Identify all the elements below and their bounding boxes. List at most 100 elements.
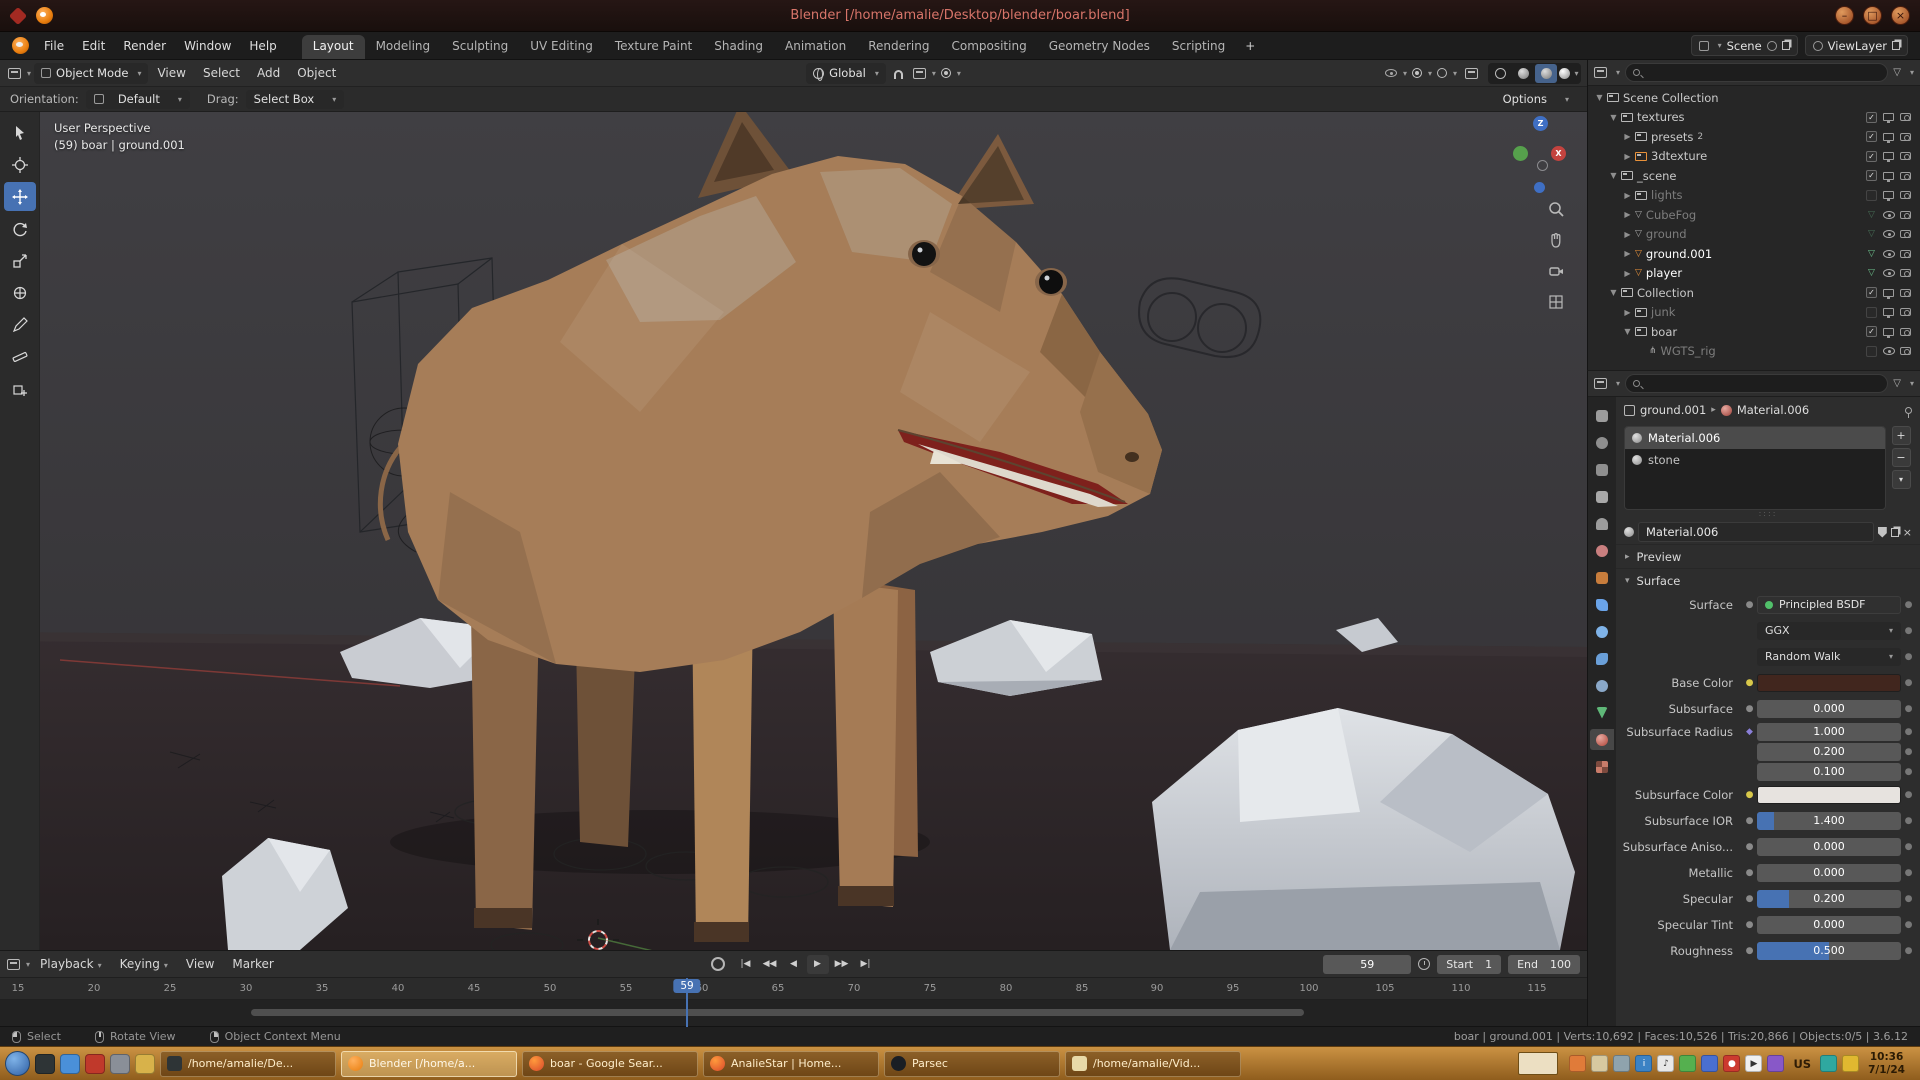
drag-dropdown[interactable]: Select Box▾	[246, 90, 345, 109]
subsurface-color-swatch[interactable]	[1757, 786, 1901, 804]
keyboard-layout-indicator[interactable]: US	[1793, 1057, 1811, 1071]
proportional-edit-toggle[interactable]: ▾	[939, 63, 963, 84]
tab-modifiers[interactable]	[1590, 594, 1614, 615]
unlink-icon[interactable]: ×	[1903, 526, 1912, 539]
render-visibility-icon[interactable]	[1900, 250, 1911, 258]
object-visibility-dropdown[interactable]: ▾	[1383, 63, 1409, 84]
properties-search-input[interactable]	[1625, 374, 1888, 393]
copy-material-icon[interactable]	[1891, 528, 1899, 537]
taskbar-window-files[interactable]: /home/amalie/Vid...	[1065, 1051, 1241, 1077]
measure-tool[interactable]	[4, 342, 36, 371]
cursor-tool[interactable]	[4, 150, 36, 179]
preview-section-header[interactable]: ▸Preview	[1616, 544, 1920, 568]
menu-keying[interactable]: Keying▾	[112, 957, 176, 971]
gizmo-camera-dot[interactable]	[1534, 182, 1545, 193]
new-viewlayer-icon[interactable]	[1892, 41, 1900, 50]
viewport-visibility-icon[interactable]	[1883, 133, 1894, 141]
hide-eye-icon[interactable]	[1883, 250, 1895, 258]
tray-icon[interactable]	[1679, 1055, 1696, 1072]
render-visibility-icon[interactable]	[1900, 191, 1911, 199]
render-visibility-icon[interactable]	[1900, 133, 1911, 141]
browser-launcher-icon[interactable]	[85, 1054, 105, 1074]
blender-logo-icon[interactable]	[12, 37, 29, 54]
tray-icon[interactable]	[1591, 1055, 1608, 1072]
timeline-ruler[interactable]: 15 20 25 30 35 40 45 50 55 60 65 70 75 8…	[0, 978, 1587, 1000]
menu-add[interactable]: Add	[249, 66, 288, 80]
roughness-slider[interactable]: 0.500	[1757, 942, 1901, 960]
next-keyframe-button[interactable]: ▶▶	[831, 955, 853, 974]
menu-playback[interactable]: Playback▾	[32, 957, 110, 971]
tab-scripting[interactable]: Scripting	[1161, 35, 1236, 59]
scale-tool[interactable]	[4, 246, 36, 275]
show-gizmo-dropdown[interactable]: ▾	[1410, 63, 1434, 84]
toggle-xray-button[interactable]	[1460, 63, 1483, 84]
ortho-grid-icon[interactable]	[1547, 293, 1565, 311]
subsurface-aniso-slider[interactable]: 0.000	[1757, 838, 1901, 856]
outliner-search-input[interactable]	[1625, 63, 1888, 82]
render-visibility-icon[interactable]	[1900, 230, 1911, 238]
options-dropdown[interactable]: Options▾	[1495, 90, 1577, 109]
move-tool[interactable]	[4, 182, 36, 211]
material-name-field[interactable]: Material.006	[1638, 522, 1874, 542]
hide-eye-icon[interactable]	[1883, 211, 1895, 219]
tab-modeling[interactable]: Modeling	[365, 35, 442, 59]
tab-physics[interactable]	[1590, 648, 1614, 669]
tray-icon[interactable]	[1613, 1055, 1630, 1072]
playhead-frame-chip[interactable]: 59	[673, 979, 700, 993]
tab-sculpting[interactable]: Sculpting	[441, 35, 519, 59]
editor-type-button[interactable]: ▾	[6, 63, 33, 84]
render-visibility-icon[interactable]	[1900, 113, 1911, 121]
resize-grip[interactable]: ::::	[1616, 510, 1920, 520]
rotate-tool[interactable]	[4, 214, 36, 243]
viewport-visibility-icon[interactable]	[1883, 113, 1894, 121]
files-launcher-icon[interactable]	[60, 1054, 80, 1074]
start-frame-field[interactable]: Start1	[1437, 955, 1501, 974]
camera-view-icon[interactable]	[1547, 262, 1565, 280]
viewlayer-selector[interactable]: ViewLayer	[1805, 35, 1908, 56]
tab-texture[interactable]	[1590, 756, 1614, 777]
info-tray-icon[interactable]: i	[1635, 1055, 1652, 1072]
minimize-button[interactable]: –	[1835, 6, 1854, 25]
tray-icon[interactable]	[1767, 1055, 1784, 1072]
exclude-checkbox[interactable]: ✓	[1866, 170, 1877, 181]
viewport-visibility-icon[interactable]	[1883, 289, 1894, 297]
exclude-checkbox[interactable]: ✓	[1866, 151, 1877, 162]
new-scene-icon[interactable]	[1782, 41, 1790, 50]
outliner-row-scene[interactable]: ▼_scene✓	[1588, 166, 1920, 186]
outliner-row-3dtexture[interactable]: ▶3dtexture✓	[1588, 147, 1920, 167]
navigation-gizmo[interactable]: Z X	[1509, 116, 1571, 178]
terminal-launcher-icon[interactable]	[35, 1054, 55, 1074]
gizmo-x-axis[interactable]: X	[1551, 146, 1566, 161]
transform-tool[interactable]	[4, 278, 36, 307]
tray-icon[interactable]	[1820, 1055, 1837, 1072]
annotate-tool[interactable]	[4, 310, 36, 339]
tray-icon[interactable]	[1842, 1055, 1859, 1072]
slot-specials-menu[interactable]: ▾	[1892, 470, 1911, 489]
tray-icon[interactable]	[1569, 1055, 1586, 1072]
transform-orientation-dropdown[interactable]: Global▾	[806, 63, 886, 84]
tab-shading[interactable]: Shading	[703, 35, 774, 59]
record-tray-icon[interactable]: ●	[1723, 1055, 1740, 1072]
hide-eye-icon[interactable]	[1883, 347, 1895, 355]
menu-marker[interactable]: Marker	[224, 957, 281, 971]
taskbar-window-parsec[interactable]: Parsec	[884, 1051, 1060, 1077]
pin-icon[interactable]	[1767, 41, 1777, 51]
remove-slot-button[interactable]: −	[1892, 448, 1911, 467]
menu-select[interactable]: Select	[195, 66, 248, 80]
tab-material[interactable]	[1590, 729, 1614, 750]
breadcrumb-material[interactable]: Material.006	[1737, 403, 1809, 417]
timeline-track-area[interactable]	[0, 1000, 1587, 1026]
gizmo-z-axis[interactable]: Z	[1533, 116, 1548, 131]
shader-button[interactable]: Principled BSDF	[1757, 596, 1901, 614]
menu-view[interactable]: View	[149, 66, 193, 80]
render-visibility-icon[interactable]	[1900, 308, 1911, 316]
outliner-row-presets[interactable]: ▶presets2✓	[1588, 127, 1920, 147]
render-visibility-icon[interactable]	[1900, 152, 1911, 160]
outliner-row-cubefog[interactable]: ▶▽CubeFog▽	[1588, 205, 1920, 225]
tab-texture-paint[interactable]: Texture Paint	[604, 35, 703, 59]
play-tray-icon[interactable]: ▶	[1745, 1055, 1762, 1072]
music-tray-icon[interactable]: ♪	[1657, 1055, 1674, 1072]
distribution-select[interactable]: GGX▾	[1757, 622, 1901, 640]
tab-particles[interactable]	[1590, 621, 1614, 642]
add-cube-tool[interactable]	[4, 374, 36, 403]
